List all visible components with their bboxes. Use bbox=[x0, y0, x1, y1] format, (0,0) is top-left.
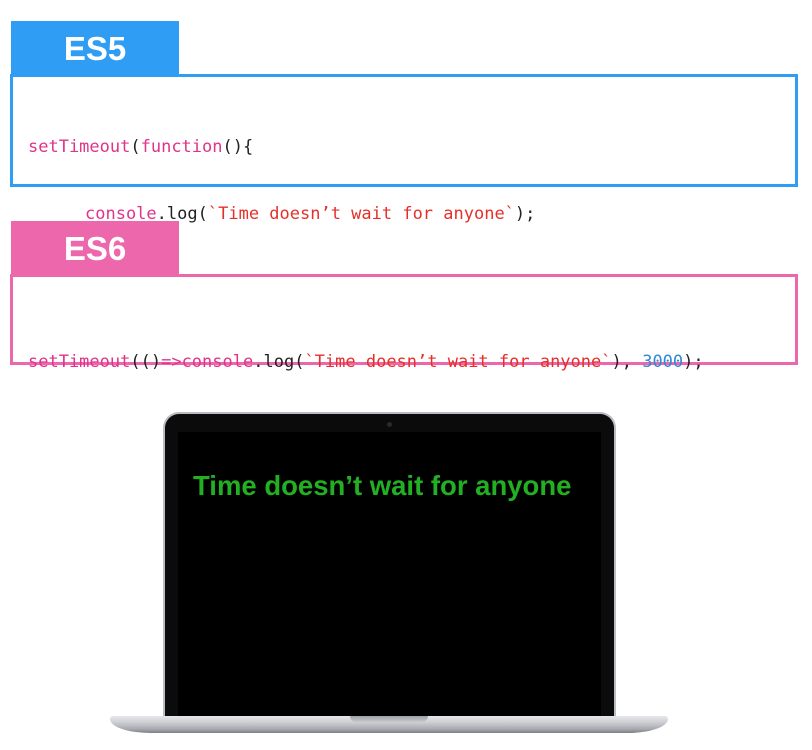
webcam-icon bbox=[387, 422, 392, 427]
code-token: ), bbox=[611, 352, 643, 372]
code-token: log bbox=[263, 352, 295, 372]
code-token: console bbox=[181, 352, 254, 372]
code-token: 3000 bbox=[642, 352, 684, 372]
es6-code-block: setTimeout(()=>console.log(`Time doesn’t… bbox=[10, 274, 798, 372]
code-token: ( bbox=[130, 137, 141, 157]
code-token: `Time doesn’t wait for anyone` bbox=[207, 203, 515, 224]
es6-tab: ES6 bbox=[11, 221, 179, 277]
code-token: . bbox=[253, 352, 264, 372]
es6-code-line-1: setTimeout(()=>console.log(`Time doesn’t… bbox=[28, 349, 795, 376]
code-token: ( bbox=[197, 203, 208, 224]
code-token: ); bbox=[514, 203, 536, 224]
code-token: setTimeout bbox=[28, 352, 131, 372]
code-token: `Time doesn’t wait for anyone` bbox=[304, 352, 612, 372]
es5-tab: ES5 bbox=[11, 21, 179, 77]
laptop-lid: Time doesn’t wait for anyone bbox=[163, 412, 616, 718]
laptop-base bbox=[110, 716, 668, 733]
code-token: ( bbox=[294, 352, 305, 372]
laptop-screen: Time doesn’t wait for anyone bbox=[178, 432, 601, 716]
es5-code-block: setTimeout(function(){ console.log(`Time… bbox=[10, 74, 798, 290]
laptop-notch bbox=[350, 716, 428, 722]
code-token: => bbox=[161, 352, 182, 372]
code-token: (){ bbox=[222, 137, 254, 157]
code-token: function bbox=[140, 137, 223, 157]
code-token: setTimeout bbox=[28, 137, 131, 157]
code-token: ); bbox=[683, 352, 704, 372]
code-token: (() bbox=[130, 352, 162, 372]
console-output-text: Time doesn’t wait for anyone bbox=[193, 470, 572, 501]
es5-code-line-1: setTimeout(function(){ bbox=[28, 134, 795, 161]
